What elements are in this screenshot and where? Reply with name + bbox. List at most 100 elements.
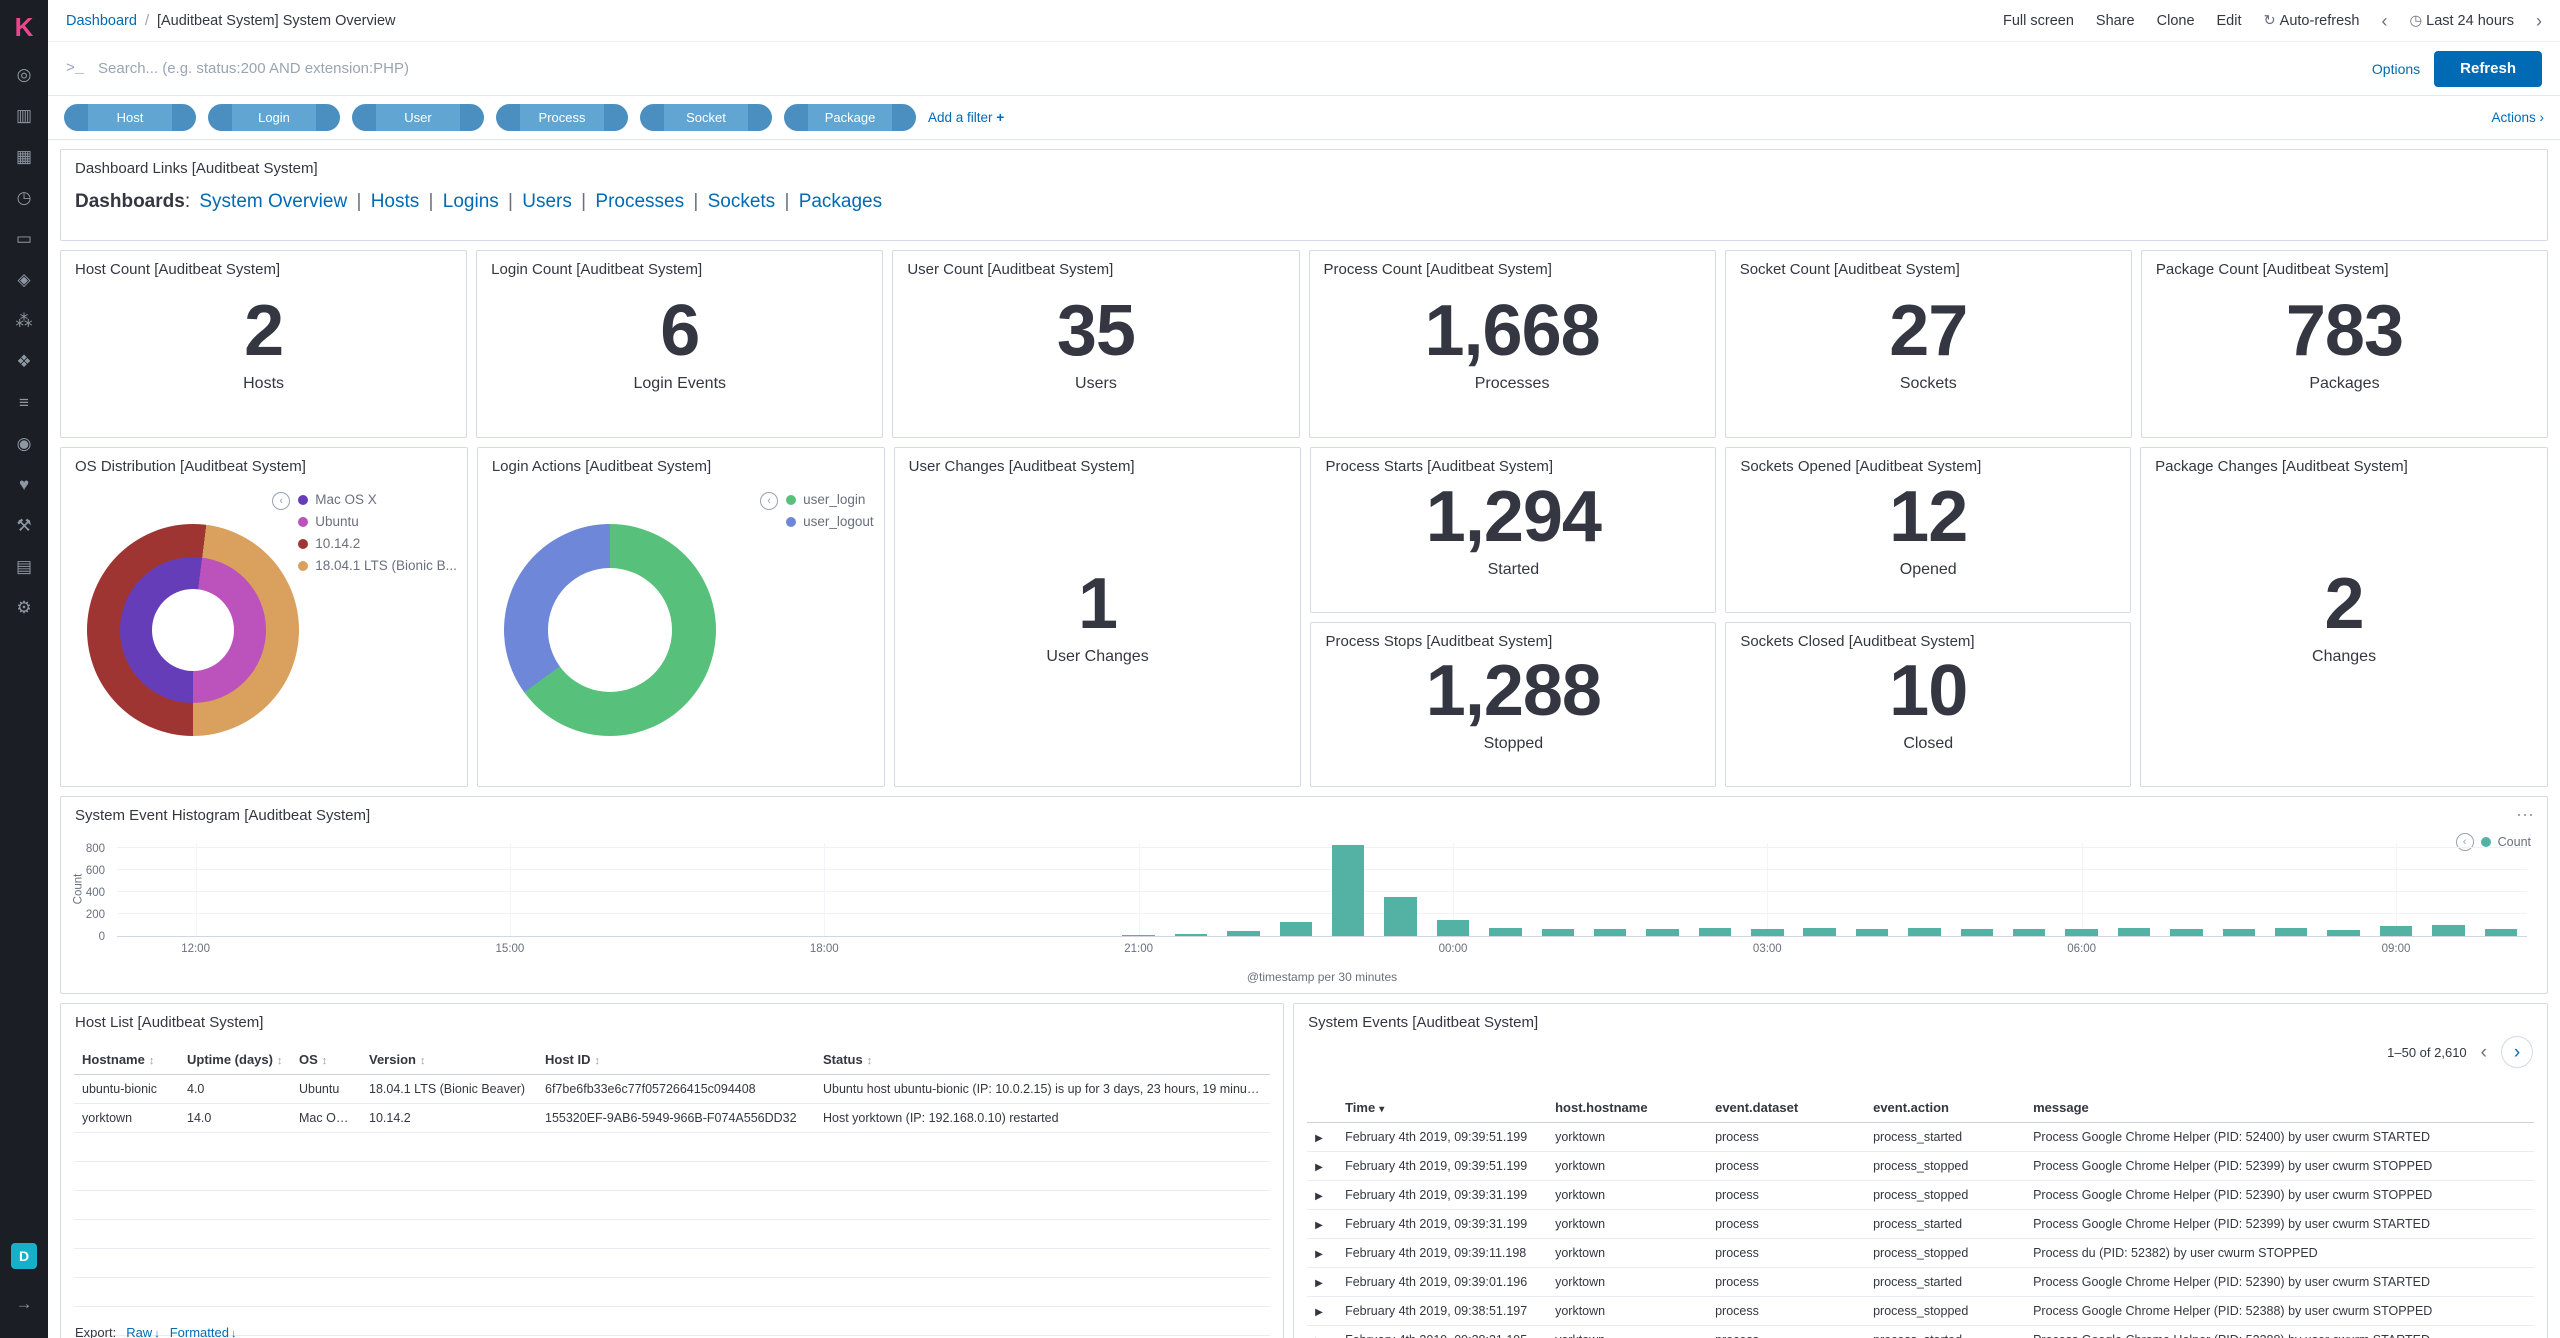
os-donut (87, 524, 299, 736)
legend-dot-icon (786, 495, 796, 505)
timelion-icon[interactable]: ◷ (0, 177, 48, 218)
column-header-event-action[interactable]: event.action (1865, 1093, 2025, 1123)
login-legend-items: user_login user_logout (786, 492, 874, 529)
dashboard-icon[interactable]: ▦ (0, 136, 48, 177)
expand-row-icon[interactable]: ▶ (1315, 1220, 1323, 1231)
export-formatted-link[interactable]: Formatted↓ (170, 1325, 237, 1338)
sort-icon: ↕ (322, 1055, 328, 1067)
add-filter-link[interactable]: Add a filter + (928, 110, 1004, 125)
x-tick-label: 21:00 (1124, 943, 1153, 955)
legend-toggle-icon[interactable]: ‹ (272, 492, 290, 510)
legend-item-user-login[interactable]: user_login (786, 492, 874, 507)
column-header-status[interactable]: Status↕ (815, 1045, 1270, 1075)
breadcrumb-dashboard-link[interactable]: Dashboard (66, 13, 137, 29)
logs-icon[interactable]: ≡ (0, 382, 48, 423)
pagination-prev-icon[interactable]: ‹ (2481, 1043, 2487, 1062)
column-header-uptime-days[interactable]: Uptime (days)↕ (179, 1045, 291, 1075)
filter-pill-process[interactable]: Process (496, 104, 628, 131)
edit-button[interactable]: Edit (2217, 13, 2242, 29)
pagination-next-icon[interactable]: › (2501, 1036, 2533, 1068)
column-header-time[interactable]: Time▾ (1337, 1093, 1547, 1123)
filter-pill-user[interactable]: User (352, 104, 484, 131)
expand-nav-icon[interactable]: → (0, 1283, 48, 1324)
sidebar-nav: ◎▥▦◷▭◈⁂❖≡◉♥⚒▤⚙ (0, 54, 48, 628)
infrastructure-icon[interactable]: ❖ (0, 341, 48, 382)
time-range-button[interactable]: ◷Last 24 hours (2409, 13, 2514, 29)
export-label: Export: (75, 1325, 116, 1338)
panel-login-count: Login Count [Auditbeat System] 6Login Ev… (476, 250, 883, 438)
maps-icon[interactable]: ◈ (0, 259, 48, 300)
time-back-icon[interactable]: ‹ (2381, 12, 2387, 30)
host-row[interactable]: yorktown14.0Mac OS X10.14.2155320EF-9AB6… (74, 1104, 1270, 1133)
event-row: ▶February 4th 2019, 09:38:31.195yorktown… (1307, 1326, 2534, 1338)
visualize-icon[interactable]: ▥ (0, 95, 48, 136)
column-header-event-dataset[interactable]: event.dataset (1707, 1093, 1865, 1123)
metric-label: Closed (1903, 735, 1953, 753)
events-pagination: 1–50 of 2,610 ‹ › (2387, 1036, 2533, 1068)
search-input[interactable] (98, 60, 2358, 77)
expand-row-icon[interactable]: ▶ (1315, 1249, 1323, 1260)
column-header-version[interactable]: Version↕ (361, 1045, 537, 1075)
auto-refresh-button[interactable]: ↻Auto-refresh (2264, 13, 2360, 29)
dev-tools-icon[interactable]: ⚒ (0, 505, 48, 546)
actions-link[interactable]: Actions › (2491, 110, 2544, 125)
clone-button[interactable]: Clone (2157, 13, 2195, 29)
dashboard-link-users[interactable]: Users (522, 191, 572, 212)
legend-item-ubuntu[interactable]: Ubuntu (298, 514, 457, 529)
options-link[interactable]: Options (2372, 61, 2420, 77)
legend-item-mac-os-x[interactable]: Mac OS X (298, 492, 457, 507)
expand-row-icon[interactable]: ▶ (1315, 1191, 1323, 1202)
filter-pill-package[interactable]: Package (784, 104, 916, 131)
machine-learning-icon[interactable]: ⁂ (0, 300, 48, 341)
time-forward-icon[interactable]: › (2536, 12, 2542, 30)
column-header-hostname[interactable]: Hostname↕ (74, 1045, 179, 1075)
expand-row-icon[interactable]: ▶ (1315, 1162, 1323, 1173)
os-legend: ‹ Mac OS X Ubuntu 10.14.2 18.04.1 LTS (Bion… (272, 492, 457, 573)
column-header-host-hostname[interactable]: host.hostname (1547, 1093, 1707, 1123)
x-tick-label: 09:00 (2382, 943, 2411, 955)
filter-pill-login[interactable]: Login (208, 104, 340, 131)
empty-row (74, 1133, 1270, 1162)
column-header-host-id[interactable]: Host ID↕ (537, 1045, 815, 1075)
canvas-icon[interactable]: ▭ (0, 218, 48, 259)
expand-row-icon[interactable]: ▶ (1315, 1133, 1323, 1144)
legend-item-user-logout[interactable]: user_logout (786, 514, 874, 529)
apm-icon[interactable]: ◉ (0, 423, 48, 464)
management-icon[interactable]: ⚙ (0, 587, 48, 628)
monitoring-icon[interactable]: ▤ (0, 546, 48, 587)
panel-user-count: User Count [Auditbeat System] 35Users (892, 250, 1299, 438)
expand-row-icon[interactable]: ▶ (1315, 1307, 1323, 1318)
discover-icon[interactable]: ◎ (0, 54, 48, 95)
link-separator: | (779, 191, 795, 212)
legend-toggle-icon[interactable]: ‹ (760, 492, 778, 510)
dashboard-link-hosts[interactable]: Hosts (371, 191, 420, 212)
clock-icon: ◷ (2409, 13, 2422, 29)
histogram-x-ticks: 12:0015:0018:0021:0000:0003:0006:0009:00 (117, 943, 2527, 959)
expand-row-icon[interactable]: ▶ (1315, 1278, 1323, 1289)
metric-label: Opened (1900, 561, 1957, 579)
filter-pill-socket[interactable]: Socket (640, 104, 772, 131)
kibana-logo[interactable]: K (0, 0, 48, 54)
y-tick-label: 600 (86, 865, 105, 877)
refresh-button[interactable]: Refresh (2434, 51, 2542, 87)
legend-item-10-14-2[interactable]: 10.14.2 (298, 536, 457, 551)
legend-item-18-04-1-lts-bionic-b[interactable]: 18.04.1 LTS (Bionic B... (298, 558, 457, 573)
dashboard-link-processes[interactable]: Processes (595, 191, 684, 212)
filter-pill-host[interactable]: Host (64, 104, 196, 131)
x-tick-label: 06:00 (2067, 943, 2096, 955)
host-row[interactable]: ubuntu-bionic4.0Ubuntu18.04.1 LTS (Bioni… (74, 1075, 1270, 1104)
panel-options-icon[interactable]: ⋯ (2516, 805, 2535, 826)
column-header-message[interactable]: message (2025, 1093, 2534, 1123)
full-screen-button[interactable]: Full screen (2003, 13, 2074, 29)
export-raw-link[interactable]: Raw↓ (126, 1325, 160, 1338)
share-button[interactable]: Share (2096, 13, 2135, 29)
column-header-os[interactable]: OS↕ (291, 1045, 361, 1075)
dashboard-link-logins[interactable]: Logins (443, 191, 499, 212)
uptime-icon[interactable]: ♥ (0, 464, 48, 505)
panel-user-changes: User Changes [Auditbeat System] 1User Ch… (894, 447, 1302, 787)
dashboard-link-packages[interactable]: Packages (799, 191, 882, 212)
histogram-bar (1489, 928, 1521, 936)
dashboard-link-system-overview[interactable]: System Overview (199, 191, 347, 212)
dashboard-link-sockets[interactable]: Sockets (708, 191, 776, 212)
docker-badge[interactable]: D (11, 1243, 37, 1269)
